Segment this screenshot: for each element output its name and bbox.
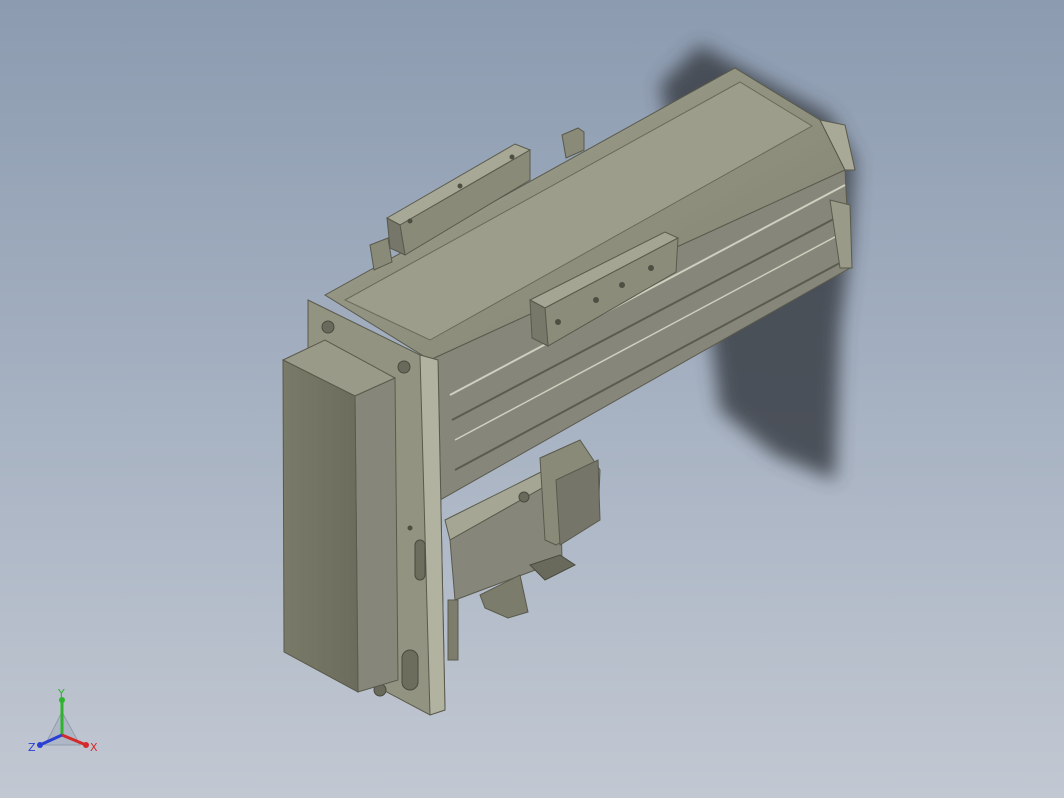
y-axis-label: Y bbox=[57, 687, 65, 700]
z-axis-label: Z bbox=[28, 741, 36, 754]
z-axis-icon bbox=[37, 742, 43, 748]
3d-model-scene[interactable]: Y X Z bbox=[0, 0, 1064, 798]
x-axis-icon bbox=[83, 742, 89, 748]
x-axis-label: X bbox=[90, 741, 98, 754]
cad-viewport[interactable]: Y X Z bbox=[0, 0, 1064, 798]
motor-cover-box[interactable] bbox=[281, 339, 399, 693]
coordinate-triad: Y X Z bbox=[28, 687, 98, 754]
